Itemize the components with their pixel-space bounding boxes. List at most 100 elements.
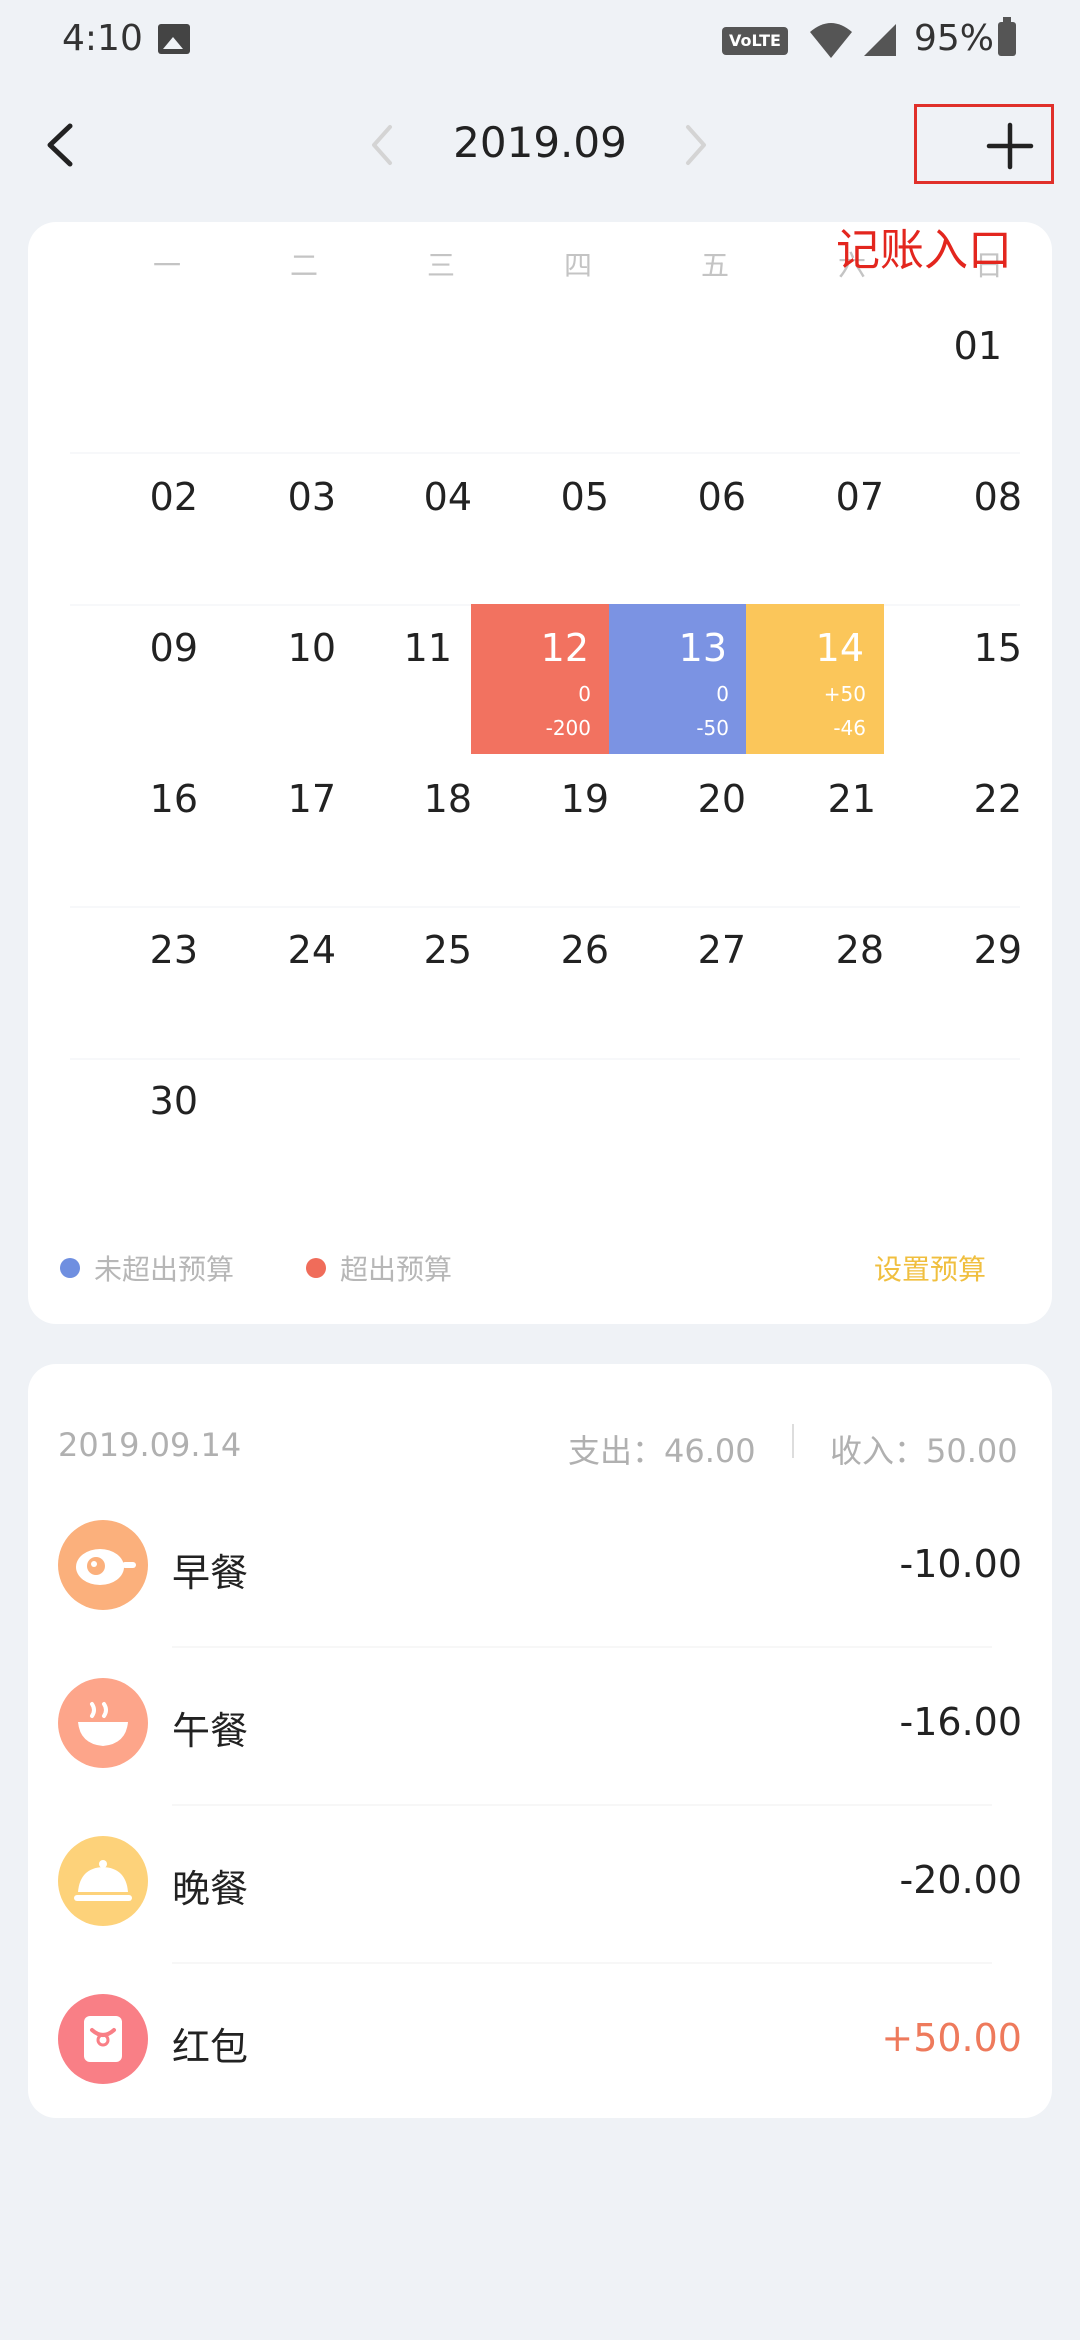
status-time: 4:10 — [62, 18, 143, 59]
calendar-day[interactable]: 09 — [80, 604, 218, 754]
calendar-day[interactable]: 29 — [904, 906, 1042, 1056]
day-number: 07 — [835, 475, 884, 519]
day-expense: -46 — [833, 716, 866, 740]
day-number: 13 — [678, 626, 727, 670]
calendar-day[interactable]: 19 — [491, 755, 629, 905]
calendar-day-highlighted[interactable]: 12 0 -200 — [471, 604, 609, 754]
egg-icon — [58, 1520, 148, 1610]
set-budget-link[interactable]: 设置预算 — [874, 1248, 986, 1288]
calendar-day[interactable]: 02 — [80, 453, 218, 603]
under-budget-dot — [60, 1258, 80, 1278]
calendar-day[interactable]: 27 — [628, 906, 766, 1056]
weekday-fri: 五 — [700, 249, 729, 282]
day-number: 23 — [149, 928, 198, 972]
day-number: 18 — [423, 777, 472, 821]
weekday-thu: 四 — [563, 249, 592, 282]
summary-divider — [792, 1424, 794, 1458]
transaction-divider — [172, 1646, 992, 1648]
calendar-day[interactable]: 05 — [491, 453, 629, 603]
transaction-name: 早餐 — [172, 1551, 249, 1595]
calendar-day[interactable]: 11 — [334, 604, 472, 754]
day-number: 19 — [560, 777, 609, 821]
calendar-day[interactable]: 07 — [766, 453, 904, 603]
day-number: 12 — [540, 626, 589, 670]
detail-date: 2019.09.14 — [58, 1426, 242, 1464]
calendar-day[interactable]: 04 — [354, 453, 492, 603]
day-number: 06 — [697, 475, 746, 519]
detail-expense-total: 支出：46.00 — [568, 1432, 756, 1470]
calendar-day-highlighted[interactable]: 13 0 -50 — [609, 604, 747, 754]
day-number: 30 — [149, 1079, 198, 1123]
weekday-tue: 二 — [289, 249, 318, 282]
transaction-name: 晚餐 — [172, 1867, 249, 1911]
add-entry-annotation: 记账入口 — [836, 225, 1012, 276]
day-expense: -200 — [545, 716, 591, 740]
calendar-day[interactable]: 30 — [80, 1057, 218, 1207]
transaction-name: 红包 — [172, 2025, 249, 2069]
calendar-day[interactable]: 24 — [218, 906, 356, 1056]
red-envelope-icon — [58, 1994, 148, 2084]
transaction-amount: +50.00 — [881, 2016, 1022, 2060]
calendar-day[interactable]: 17 — [218, 755, 356, 905]
day-number: 09 — [149, 626, 198, 670]
day-number: 14 — [815, 626, 864, 670]
calendar-day[interactable]: 21 — [758, 755, 896, 905]
day-income: +50 — [823, 682, 866, 706]
day-number: 02 — [149, 475, 198, 519]
calendar-day[interactable]: 15 — [904, 604, 1042, 754]
volte-badge: VoLTE — [722, 27, 788, 55]
calendar-day-highlighted[interactable]: 14 +50 -46 — [746, 604, 884, 754]
day-number: 08 — [973, 475, 1022, 519]
day-number: 28 — [835, 928, 884, 972]
legend-over-budget: 超出预算 — [340, 1253, 453, 1286]
day-number: 16 — [149, 777, 198, 821]
cloche-icon — [58, 1836, 148, 1926]
legend-under-budget: 未超出预算 — [94, 1253, 235, 1286]
day-income: 0 — [578, 682, 591, 706]
day-number: 26 — [560, 928, 609, 972]
weekday-wed: 三 — [426, 249, 455, 282]
day-number: 17 — [287, 777, 336, 821]
day-number: 03 — [287, 475, 336, 519]
over-budget-dot — [306, 1258, 326, 1278]
add-icon[interactable] — [985, 121, 1035, 171]
calendar-day[interactable]: 06 — [628, 453, 766, 603]
day-number: 29 — [973, 928, 1022, 972]
month-title: 2019.09 — [453, 118, 627, 167]
status-bar: 4:10 VoLTE 95% — [0, 0, 1080, 80]
detail-income-total: 收入：50.00 — [830, 1432, 1018, 1470]
day-number: 15 — [973, 626, 1022, 670]
calendar-day[interactable]: 26 — [491, 906, 629, 1056]
calendar-day[interactable]: 18 — [354, 755, 492, 905]
transaction-divider — [172, 1804, 992, 1806]
transaction-name: 午餐 — [172, 1709, 249, 1753]
transaction-amount: -10.00 — [899, 1542, 1023, 1586]
wifi-icon — [810, 23, 852, 58]
transaction-amount: -16.00 — [899, 1700, 1023, 1744]
bowl-icon — [58, 1678, 148, 1768]
battery-icon — [998, 17, 1016, 56]
signal-icon — [864, 24, 896, 56]
calendar-day[interactable]: 22 — [904, 755, 1042, 905]
day-number: 20 — [697, 777, 746, 821]
calendar-day[interactable]: 16 — [80, 755, 218, 905]
next-month-icon[interactable] — [680, 123, 710, 167]
day-number: 04 — [423, 475, 472, 519]
calendar-day[interactable]: 01 — [884, 302, 1022, 452]
transaction-amount: -20.00 — [899, 1858, 1023, 1902]
calendar-day[interactable]: 23 — [80, 906, 218, 1056]
calendar-day[interactable]: 20 — [628, 755, 766, 905]
day-number: 24 — [287, 928, 336, 972]
day-number: 25 — [423, 928, 472, 972]
day-number: 10 — [287, 626, 336, 670]
day-number: 05 — [560, 475, 609, 519]
calendar-day[interactable]: 08 — [904, 453, 1042, 603]
day-expense: -50 — [696, 716, 729, 740]
calendar-day[interactable]: 25 — [354, 906, 492, 1056]
prev-month-icon[interactable] — [368, 123, 398, 167]
calendar-day[interactable]: 28 — [766, 906, 904, 1056]
day-number: 11 — [403, 626, 452, 670]
back-arrow-icon[interactable] — [40, 120, 84, 170]
calendar-day[interactable]: 03 — [218, 453, 356, 603]
day-number: 21 — [827, 777, 876, 821]
